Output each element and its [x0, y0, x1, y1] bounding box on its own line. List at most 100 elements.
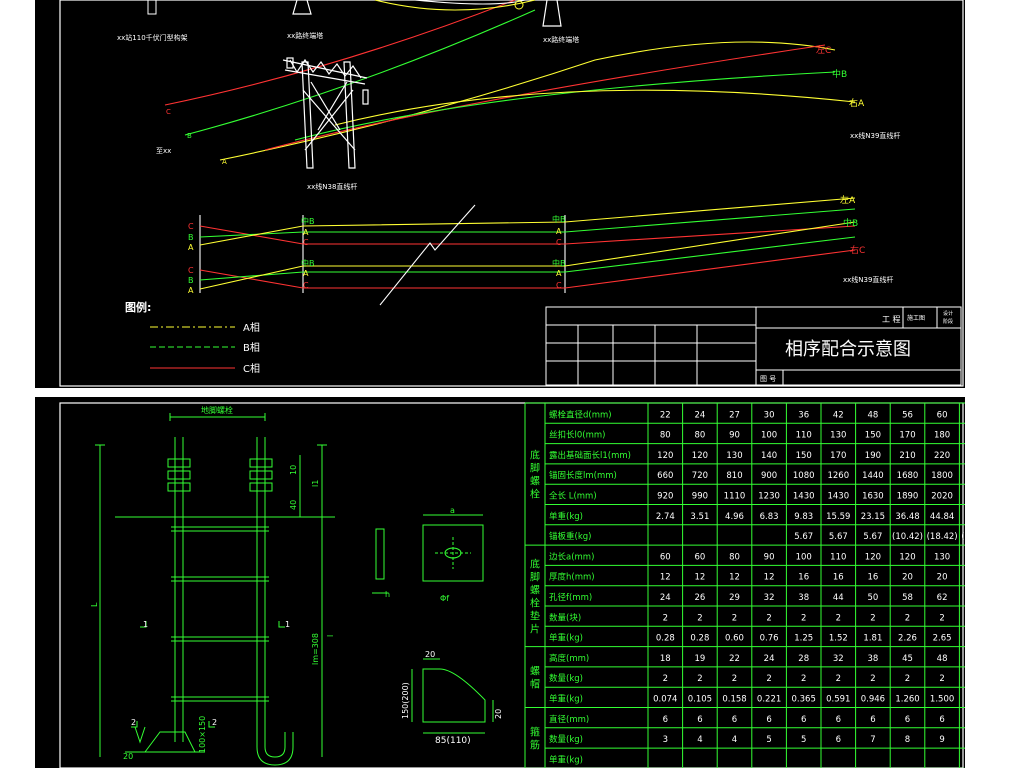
spec-cell: 19: [694, 654, 705, 664]
spec-cell: 1440: [862, 471, 884, 481]
spec-cell: 810: [726, 471, 742, 481]
lower-c-2: C: [188, 266, 194, 275]
spec-cell: 29: [729, 593, 740, 603]
title-project: 工 程: [882, 315, 901, 324]
m-a-2: A: [556, 269, 562, 278]
title-cell-phase: 阶段: [943, 318, 953, 325]
spec-cell: (10.42): [961, 532, 965, 542]
pole-n38-label: xx线N38直线杆: [307, 182, 357, 191]
spec-cell: 20: [937, 573, 948, 583]
spec-cell: 1.52: [829, 634, 848, 644]
upper-conductors: [165, 0, 855, 160]
stiffener-w20: 20: [425, 650, 435, 659]
spec-cell: 12: [694, 573, 705, 583]
m-c-1: C: [556, 238, 562, 247]
spec-cell: 12: [660, 573, 671, 583]
spec-cell: 24: [694, 410, 705, 420]
spec-cell: 6: [697, 715, 702, 725]
bolt-dim-11: l1: [311, 480, 320, 487]
spec-cell: 0.946: [861, 695, 885, 705]
tower-right-label: xx路终端塔: [543, 35, 579, 44]
n-a-1: A: [303, 228, 309, 237]
spec-cell: 1890: [897, 492, 919, 502]
spec-cell: 60: [694, 552, 705, 562]
spec-cell: 6: [939, 715, 944, 725]
spec-cell: 12: [764, 573, 775, 583]
spec-cell: 28: [798, 654, 809, 664]
spec-cell: 1430: [793, 492, 815, 502]
spec-cell: 2: [905, 674, 910, 684]
gantry-label: xx站110千伏门型构架: [117, 33, 188, 42]
spec-row-label: 单重(kg): [549, 694, 583, 705]
spec-row-label: 锚固长度lm(mm): [549, 470, 617, 481]
spec-cell: 2: [836, 674, 841, 684]
spec-row-label: 高度(mm): [549, 653, 589, 664]
spec-cell: 100: [796, 552, 812, 562]
spec-row-label: 单重(kg): [549, 511, 583, 522]
spec-cell: 1080: [793, 471, 815, 481]
spec-cell: 0.105: [688, 695, 712, 705]
spec-cell: 1.25: [794, 634, 813, 644]
lower-b-1: B: [188, 233, 194, 242]
spec-cell: 1.81: [863, 634, 882, 644]
lower-a-2: A: [188, 286, 194, 295]
spec-cell: 1260: [827, 471, 849, 481]
right-pole-right-phase: 右A: [849, 97, 865, 109]
spec-cell: 9.83: [794, 512, 813, 522]
stiffener-width: 85(110): [435, 736, 471, 746]
spec-row-label: 锚板重(kg): [549, 531, 591, 542]
spec-cell: 1800: [931, 471, 953, 481]
spec-cell: 2: [836, 613, 841, 623]
spec-cell: 2: [939, 674, 944, 684]
spec-cell: 2.65: [933, 634, 952, 644]
spec-cell: 120: [692, 451, 708, 461]
spec-row-label: 厚度h(mm): [549, 572, 595, 583]
spec-cell: 4.96: [725, 512, 744, 522]
n-c-1: C: [303, 238, 309, 247]
spec-cell: 220: [934, 451, 950, 461]
spec-cell: 210: [899, 451, 915, 461]
stiffener-plate: [412, 659, 493, 733]
spec-cell: 7: [870, 735, 875, 745]
bolt-dim-10: 10: [289, 465, 298, 475]
lower-c-1: C: [188, 222, 194, 231]
spec-cell: 60: [937, 410, 948, 420]
spec-cell: 22: [660, 410, 671, 420]
spec-cell: 110: [796, 431, 812, 441]
right-pole-left-phase: 左C: [816, 44, 831, 56]
spec-cell: 42: [833, 410, 844, 420]
spec-cell: 90: [729, 431, 740, 441]
spec-cell: 80: [729, 552, 740, 562]
spec-cell: (18.42): [927, 532, 958, 542]
spec-cell: 6: [732, 715, 737, 725]
spec-cell: 2020: [931, 492, 953, 502]
spec-cell: 120: [865, 552, 881, 562]
n-a-2: A: [303, 269, 309, 278]
lower-a-1: A: [188, 243, 194, 252]
phase-sequence-svg: xx站110千伏门型构架 xx路终端塔 xx路终端塔: [35, 0, 965, 388]
spec-cell: 150: [796, 451, 812, 461]
spec-cell: 1430: [827, 492, 849, 502]
section-mark-1b: 1: [285, 620, 290, 629]
insulator-marker: [515, 1, 523, 9]
spec-group-name: 箍筋: [530, 725, 540, 751]
m-a-1: A: [556, 227, 562, 236]
spec-cell: 3.51: [690, 512, 709, 522]
spec-cell: 150: [865, 431, 881, 441]
spec-row-label: 边长a(mm): [549, 551, 594, 562]
gantry-structure: [148, 0, 156, 14]
phase-b-upper: B: [187, 132, 192, 140]
spec-cell: 0.158: [722, 695, 746, 705]
spec-cell: 120: [657, 451, 673, 461]
spec-cell: 38: [867, 654, 878, 664]
n-mid-2: 中B: [301, 258, 315, 268]
phase-a-upper: A: [222, 158, 227, 166]
spec-cell: 32: [764, 593, 775, 603]
spec-cell: 110: [830, 552, 846, 562]
spec-cell: 130: [830, 431, 846, 441]
spec-cell: 60: [660, 552, 671, 562]
spec-cell: 0.28: [690, 634, 709, 644]
spec-cell: 1630: [862, 492, 884, 502]
spec-cell: 1680: [897, 471, 919, 481]
spec-row-label: 单重(kg): [549, 633, 583, 644]
